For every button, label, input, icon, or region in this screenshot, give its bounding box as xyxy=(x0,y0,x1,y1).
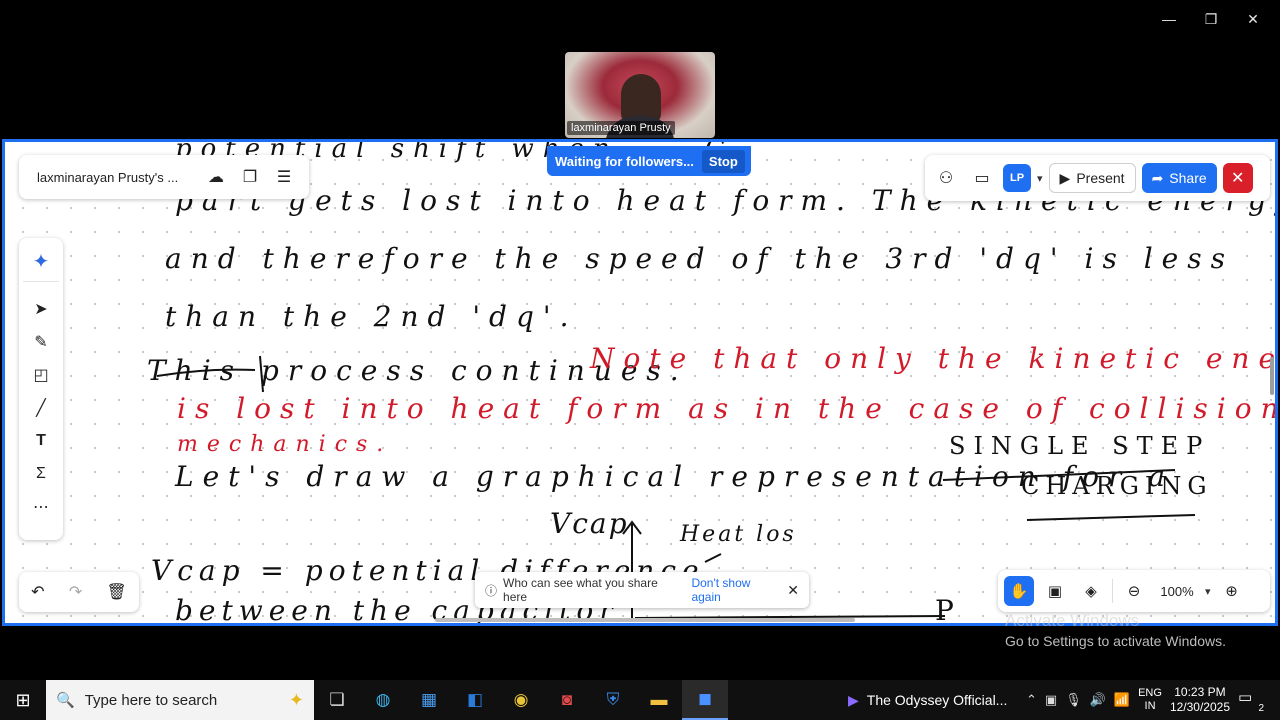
undo-icon[interactable]: ↶ xyxy=(31,582,44,602)
info-icon: ⓘ xyxy=(485,583,498,598)
pen-icon[interactable]: ✎ xyxy=(23,325,59,358)
waiting-text: Waiting for followers... xyxy=(555,153,694,169)
network-icon[interactable]: 📶 xyxy=(1114,692,1130,708)
participant-video-tile[interactable]: laxminarayan Prusty xyxy=(565,52,715,138)
recorder-icon[interactable]: ◙ xyxy=(544,680,590,720)
window-controls: — ❐ ✕ xyxy=(1148,6,1274,32)
task-view-icon[interactable]: ❏ xyxy=(314,680,360,720)
activate-windows-subtext: Go to Settings to activate Windows. xyxy=(1005,633,1226,649)
participant-name: laxminarayan Prusty xyxy=(567,121,675,135)
taskbar-search-box[interactable]: 🔍 Type here to search ✦ xyxy=(46,680,314,720)
trash-icon[interactable]: 🗑 xyxy=(107,582,127,602)
notification-icon[interactable]: ▭ 2 xyxy=(1238,688,1264,714)
shared-whiteboard-frame: potential shift when ... C₀ part gets lo… xyxy=(2,139,1278,626)
follow-me-icon[interactable]: ⚇ xyxy=(931,163,961,193)
avatar[interactable]: LP xyxy=(1003,164,1031,192)
present-button[interactable]: ▶ Present xyxy=(1048,163,1136,193)
camera-icon[interactable]: ▣ xyxy=(1045,692,1057,708)
share-arrow-icon: ➦ xyxy=(1151,169,1164,186)
notification-bubble-icon: ▭ xyxy=(1238,689,1253,706)
line-icon[interactable]: ╱ xyxy=(23,391,59,424)
store-icon[interactable]: ▦ xyxy=(406,680,452,720)
board-title-card: laxminarayan Prusty's ... ☁ ❐ ☰ xyxy=(19,155,309,199)
handwritten-notes: potential shift when ... C₀ part gets lo… xyxy=(5,142,1275,623)
media-player-indicator[interactable]: ▶ The Odyssey Official... xyxy=(848,680,1007,720)
chevron-down-icon[interactable]: ▾ xyxy=(1205,585,1211,598)
underline-stroke xyxy=(1026,514,1196,521)
text-stroke xyxy=(259,355,264,393)
horizontal-scrollbar[interactable] xyxy=(435,618,855,622)
file-explorer-icon[interactable]: ▬ xyxy=(636,680,682,720)
system-tray: ⌃ ▣ 🎙 🔊 📶 ENG IN 10:23 PM 12/30/2025 xyxy=(1026,680,1230,720)
sparkle-icon: ✦ xyxy=(288,689,304,710)
dont-show-again-link[interactable]: Don't show again xyxy=(691,576,781,604)
present-label: Present xyxy=(1076,170,1125,186)
zoom-in-icon[interactable]: ⊕ xyxy=(1217,576,1247,606)
close-notice-icon[interactable]: ✕ xyxy=(787,582,799,599)
fill-icon[interactable]: ◈ xyxy=(1076,576,1106,606)
search-icon: 🔍 xyxy=(56,692,75,709)
notification-count: 2 xyxy=(1258,703,1264,714)
redo-icon[interactable]: ↷ xyxy=(69,582,82,602)
volume-icon[interactable]: 🔊 xyxy=(1090,692,1106,708)
language-indicator[interactable]: ENG IN xyxy=(1138,687,1162,713)
annotation-arrow xyxy=(704,553,722,563)
share-visibility-notice: ⓘ Who can see what you share here Don't … xyxy=(475,572,809,608)
activate-windows-watermark: Activate Windows xyxy=(1005,611,1140,630)
security-icon[interactable]: ⛨ xyxy=(590,680,636,720)
equation-icon[interactable]: Σ xyxy=(23,457,59,490)
more-tools-icon[interactable]: ⋯ xyxy=(23,490,59,523)
left-tool-palette: ✦ ➤ ✎ ◰ ╱ T Σ ⋯ xyxy=(19,238,63,540)
vertical-scrollbar[interactable] xyxy=(1270,357,1274,395)
search-placeholder: Type here to search xyxy=(84,691,218,709)
select-pointer-icon[interactable]: ➤ xyxy=(23,292,59,325)
cloud-save-icon[interactable]: ☁ xyxy=(203,164,229,190)
divider xyxy=(1112,579,1113,603)
clock-time: 10:23 PM xyxy=(1174,685,1226,699)
hand-pan-icon[interactable]: ✋ xyxy=(1004,576,1034,606)
undo-redo-toolbar: ↶ ↷ 🗑 xyxy=(19,572,139,612)
chevron-down-icon[interactable]: ▾ xyxy=(1037,172,1043,185)
media-title: The Odyssey Official... xyxy=(866,692,1008,708)
close-window-button[interactable]: ✕ xyxy=(1232,6,1274,32)
share-label: Share xyxy=(1169,170,1207,186)
text-stroke xyxy=(156,368,256,377)
media-icon: ▶ xyxy=(848,691,859,708)
comment-icon[interactable]: ▭ xyxy=(967,163,997,193)
zoom-out-icon[interactable]: ⊖ xyxy=(1119,576,1149,606)
edge-icon[interactable]: ◍ xyxy=(360,680,406,720)
ai-assistant-icon[interactable]: ✦ xyxy=(23,242,59,282)
outlook-icon[interactable]: ◧ xyxy=(452,680,498,720)
close-board-button[interactable]: ✕ xyxy=(1222,163,1253,193)
minimize-button[interactable]: — xyxy=(1148,6,1190,32)
shapes-icon[interactable]: ◰ xyxy=(23,358,59,391)
zoom-level[interactable]: 100% xyxy=(1155,584,1199,599)
menu-icon[interactable]: ☰ xyxy=(271,164,297,190)
pages-icon[interactable]: ❐ xyxy=(237,164,263,190)
lang-top: ENG xyxy=(1138,687,1162,699)
microphone-icon[interactable]: 🎙 xyxy=(1065,692,1082,708)
top-right-toolbar: ⚇ ▭ LP ▾ ▶ Present ➦ Share ✕ xyxy=(925,155,1270,201)
stop-button[interactable]: Stop xyxy=(701,149,745,173)
zoom-app-icon[interactable]: ◼ xyxy=(682,680,728,720)
lang-bottom: IN xyxy=(1144,700,1156,712)
clock[interactable]: 10:23 PM 12/30/2025 xyxy=(1170,685,1230,715)
share-button[interactable]: ➦ Share xyxy=(1141,163,1217,193)
restore-button[interactable]: ❐ xyxy=(1190,6,1232,32)
waiting-for-followers-banner: Waiting for followers... Stop xyxy=(547,146,751,176)
chevron-up-icon[interactable]: ⌃ xyxy=(1026,692,1037,708)
desktop-screen: — ❐ ✕ laxminarayan Prusty potential shif… xyxy=(0,0,1280,720)
handwriting-strokes xyxy=(156,355,1196,622)
chrome-icon[interactable]: ◉ xyxy=(498,680,544,720)
zoom-toolbar: ✋ ▣ ◈ ⊖ 100% ▾ ⊕ xyxy=(998,570,1270,612)
clock-date: 12/30/2025 xyxy=(1169,700,1230,714)
notice-text: Who can see what you share here xyxy=(503,576,658,604)
board-title[interactable]: laxminarayan Prusty's ... xyxy=(37,170,195,185)
taskbar: ⊞ 🔍 Type here to search ✦ ❏ ◍ ▦ ◧ ◉ ◙ ⛨ … xyxy=(0,680,1280,720)
underline-stroke xyxy=(942,469,1176,481)
play-icon: ▶ xyxy=(1059,169,1071,186)
windows-start-icon[interactable]: ⊞ xyxy=(0,680,46,720)
minimap-icon[interactable]: ▣ xyxy=(1040,576,1070,606)
text-icon[interactable]: T xyxy=(23,424,59,457)
